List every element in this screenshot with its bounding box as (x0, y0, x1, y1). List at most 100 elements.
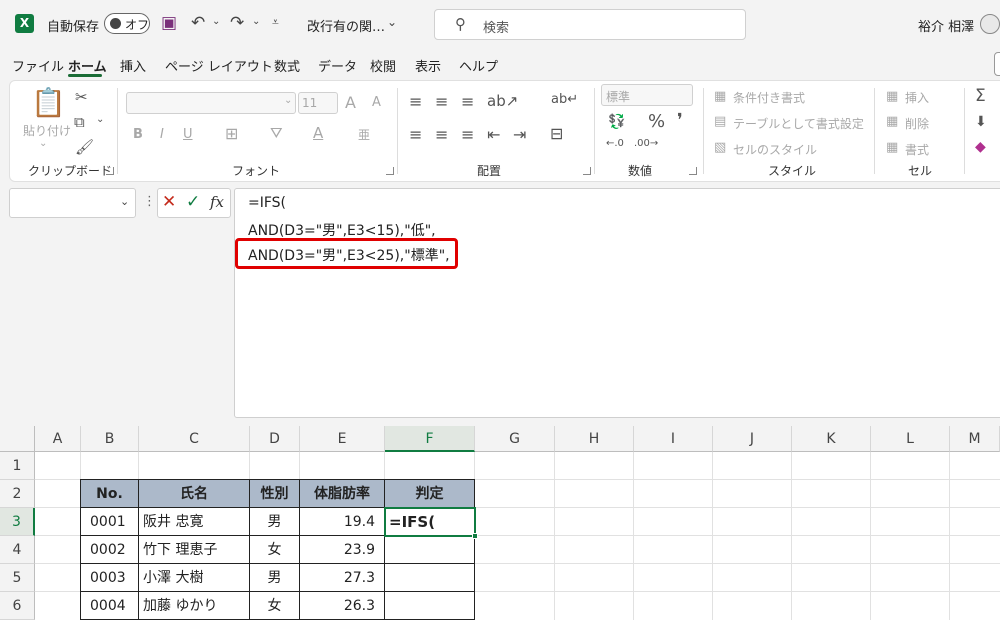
clear-icon[interactable]: ◆ (975, 139, 986, 155)
orientation-icon[interactable]: ab↗ (487, 92, 518, 110)
column-header-m[interactable]: M (950, 426, 1000, 452)
table-header-body-fat[interactable]: 体脂肪率 (299, 479, 385, 508)
increase-decimal-icon[interactable]: ←.0 (606, 138, 624, 149)
row-header-1[interactable]: 1 (0, 452, 35, 480)
table-header-no[interactable]: No. (80, 479, 139, 508)
undo-dropdown-icon[interactable]: ⌄ (212, 16, 220, 27)
cell-styles-icon[interactable]: ▧ (714, 140, 726, 155)
decrease-font-icon[interactable]: A (372, 95, 381, 110)
cell-name[interactable]: 竹下 理恵子 (138, 535, 250, 564)
title-dropdown-icon[interactable]: ⌄ (387, 15, 397, 29)
accounting-format-icon[interactable]: 💱 (608, 114, 625, 130)
insert-cells-icon[interactable]: ▦ (886, 89, 898, 104)
row-header-3[interactable]: 3 (0, 508, 35, 536)
column-header-k[interactable]: K (792, 426, 871, 452)
format-cells-icon[interactable]: ▦ (886, 140, 898, 155)
cell-sex[interactable]: 男 (249, 507, 300, 536)
search-box[interactable]: ⚲ 検索 (434, 9, 746, 40)
tab-review[interactable]: 校閲 (370, 56, 396, 75)
enter-icon[interactable]: ✓ (186, 192, 200, 212)
increase-font-icon[interactable]: A (345, 93, 356, 112)
row-header-4[interactable]: 4 (0, 536, 35, 564)
cell-no[interactable]: 0004 (80, 591, 139, 620)
select-all-button[interactable] (0, 426, 35, 452)
cell-name[interactable]: 加藤 ゆかり (138, 591, 250, 620)
tab-formulas[interactable]: 数式 (274, 56, 300, 75)
percent-icon[interactable]: % (648, 111, 665, 132)
redo-icon[interactable]: ↷ (230, 13, 244, 33)
cell-body-fat[interactable]: 26.3 (299, 591, 385, 620)
cancel-icon[interactable]: ✕ (162, 192, 176, 212)
font-launcher-icon[interactable] (386, 167, 394, 175)
alignment-launcher-icon[interactable] (583, 167, 591, 175)
cell-no[interactable]: 0002 (80, 535, 139, 564)
format-painter-icon[interactable]: 🖌 (75, 138, 94, 156)
table-header-sex[interactable]: 性別 (249, 479, 300, 508)
column-header-g[interactable]: G (475, 426, 555, 452)
cell-name[interactable]: 阪井 忠寛 (138, 507, 250, 536)
autosave-toggle[interactable]: オフ (104, 13, 150, 34)
insert-function-icon[interactable]: fx (210, 193, 224, 211)
column-header-l[interactable]: L (871, 426, 950, 452)
cell-body-fat[interactable]: 23.9 (299, 535, 385, 564)
tab-help[interactable]: ヘルプ (459, 56, 498, 75)
paste-icon[interactable]: 📋 (31, 86, 66, 119)
undo-icon[interactable]: ↶ (191, 13, 205, 33)
copy-dropdown-icon[interactable]: ⌄ (96, 114, 104, 125)
formula-bar-drag-handle[interactable]: ⋮ (143, 194, 156, 209)
align-center-icon[interactable]: ≡ (435, 125, 448, 144)
conditional-format-icon[interactable]: ▦ (714, 89, 726, 104)
name-box-dropdown-icon[interactable]: ⌄ (120, 195, 129, 208)
avatar[interactable] (980, 14, 1000, 34)
italic-icon[interactable]: I (160, 127, 164, 142)
bold-icon[interactable]: B (133, 127, 143, 142)
tab-data[interactable]: データ (318, 56, 357, 75)
align-right-icon[interactable]: ≡ (461, 125, 474, 144)
conditional-format-button[interactable]: 条件付き書式 (733, 89, 805, 106)
decrease-indent-icon[interactable]: ⇤ (487, 125, 500, 144)
column-header-c[interactable]: C (139, 426, 250, 452)
copy-icon[interactable]: ⧉ (74, 113, 85, 131)
autosum-icon[interactable]: Σ (975, 86, 986, 106)
cell-body-fat[interactable]: 19.4 (299, 507, 385, 536)
active-cell-f3[interactable]: =IFS( (384, 507, 476, 537)
number-launcher-icon[interactable] (689, 167, 697, 175)
align-bottom-icon[interactable]: ≡ (461, 92, 474, 111)
name-box[interactable]: ⌄ (9, 188, 136, 218)
fill-handle[interactable] (472, 533, 478, 539)
align-middle-icon[interactable]: ≡ (435, 92, 448, 111)
fill-color-icon[interactable]: ⛛ (270, 124, 283, 142)
column-header-b[interactable]: B (81, 426, 139, 452)
cell-body-fat[interactable]: 27.3 (299, 563, 385, 592)
clipboard-launcher-icon[interactable] (106, 167, 114, 175)
cell-judgement[interactable] (384, 591, 475, 620)
column-header-h[interactable]: H (555, 426, 634, 452)
table-header-name[interactable]: 氏名 (138, 479, 250, 508)
delete-cells-icon[interactable]: ▦ (886, 114, 898, 129)
wrap-text-icon[interactable]: ab↵ (551, 92, 578, 107)
column-header-d[interactable]: D (250, 426, 300, 452)
cell-judgement[interactable] (384, 535, 475, 564)
format-as-table-icon[interactable]: ▤ (714, 114, 726, 129)
borders-icon[interactable]: ⊞ (225, 124, 238, 143)
cell-sex[interactable]: 女 (249, 591, 300, 620)
fill-icon[interactable]: ⬇ (975, 114, 987, 130)
format-as-table-button[interactable]: テーブルとして書式設定 (733, 115, 864, 132)
insert-cells-button[interactable]: 挿入 (905, 89, 929, 106)
increase-indent-icon[interactable]: ⇥ (513, 125, 526, 144)
document-title[interactable]: 改行有の関… (307, 16, 385, 35)
tab-view[interactable]: 表示 (415, 56, 441, 75)
redo-dropdown-icon[interactable]: ⌄ (252, 16, 260, 27)
user-name[interactable]: 裕介 相澤 (918, 16, 974, 35)
row-header-2[interactable]: 2 (0, 480, 35, 508)
merge-center-icon[interactable]: ⊟ (550, 124, 563, 143)
comma-style-icon[interactable]: ❜ (677, 110, 683, 131)
decrease-decimal-icon[interactable]: .00→ (634, 138, 658, 149)
row-header-6[interactable]: 6 (0, 592, 35, 620)
customize-qat-icon[interactable]: ⩡ (272, 15, 279, 30)
column-header-j[interactable]: J (713, 426, 792, 452)
column-header-f[interactable]: F (385, 426, 475, 452)
cell-name[interactable]: 小澤 大樹 (138, 563, 250, 592)
save-icon[interactable]: ▣ (161, 13, 177, 33)
phonetic-icon[interactable]: 亜 (358, 126, 370, 143)
